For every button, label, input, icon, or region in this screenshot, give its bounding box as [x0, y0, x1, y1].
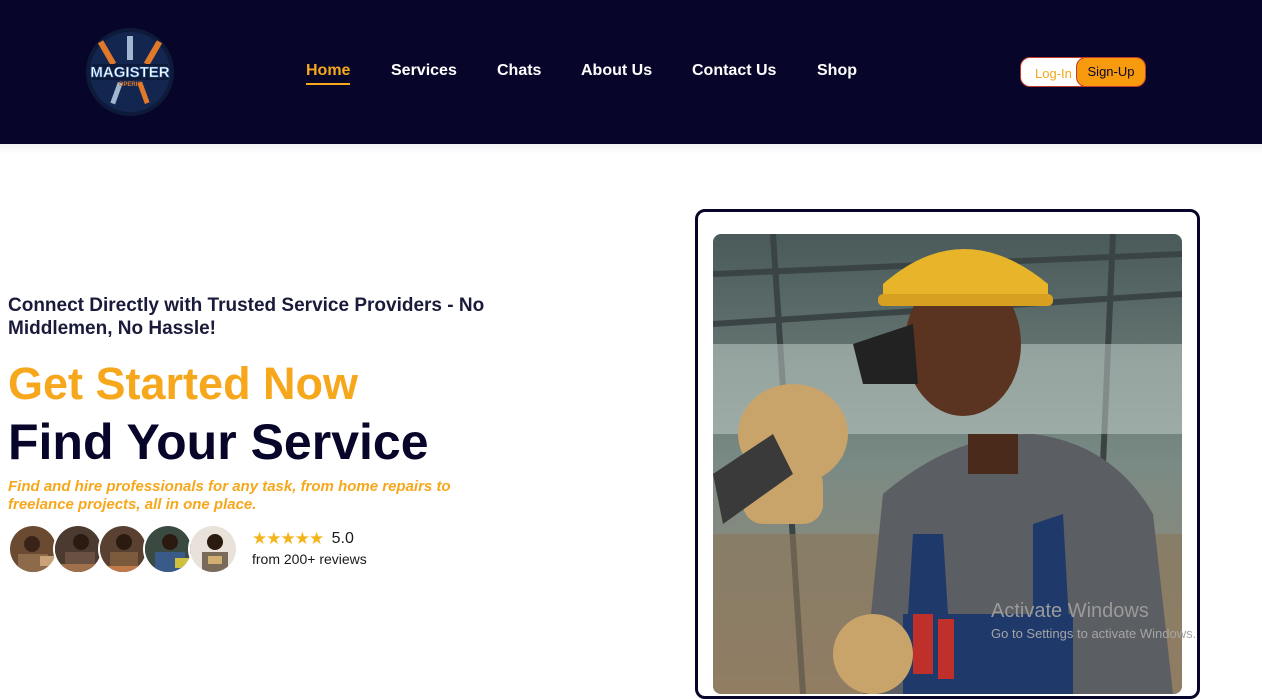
nav-home[interactable]: Home — [306, 62, 351, 85]
logo-text: MAGISTER — [90, 64, 169, 81]
avatar — [98, 524, 148, 574]
nav-about-us[interactable]: About Us — [581, 62, 652, 80]
header-shadow — [0, 144, 1262, 154]
site-header: MAGISTER OPERIS Home Services Chats Abou… — [0, 0, 1262, 144]
star-rating-icon: ★★★★★ — [252, 529, 324, 548]
avatar — [8, 524, 58, 574]
nav-chats[interactable]: Chats — [497, 62, 541, 80]
windows-activation-subtitle: Go to Settings to activate Windows. — [991, 626, 1197, 641]
hero-tagline: Connect Directly with Trusted Service Pr… — [8, 295, 485, 339]
hero-description: Find and hire professionals for any task… — [8, 478, 451, 513]
avatar — [53, 524, 103, 574]
get-started-link[interactable]: Get Started Now — [8, 358, 358, 410]
review-count: from 200+ reviews — [252, 551, 367, 567]
nav-shop[interactable]: Shop — [817, 62, 857, 80]
rating-score: 5.0 — [331, 530, 354, 547]
avatar — [143, 524, 193, 574]
avatar — [188, 524, 238, 574]
signup-button[interactable]: Sign-Up — [1076, 56, 1146, 87]
nav-contact-us[interactable]: Contact Us — [692, 62, 776, 80]
auth-toggle: Log-In Sign-Up — [1020, 56, 1146, 87]
nav-services[interactable]: Services — [391, 62, 457, 80]
logo-subtext: OPERIS — [119, 82, 142, 88]
windows-activation-title: Activate Windows — [991, 600, 1149, 622]
hero-headline: Find Your Service — [8, 414, 429, 470]
login-button[interactable]: Log-In — [1035, 66, 1072, 81]
brand-logo[interactable]: MAGISTER OPERIS — [84, 26, 176, 118]
hero-worker-image — [713, 234, 1182, 694]
rating-summary: ★★★★★ 5.0 — [252, 529, 354, 549]
